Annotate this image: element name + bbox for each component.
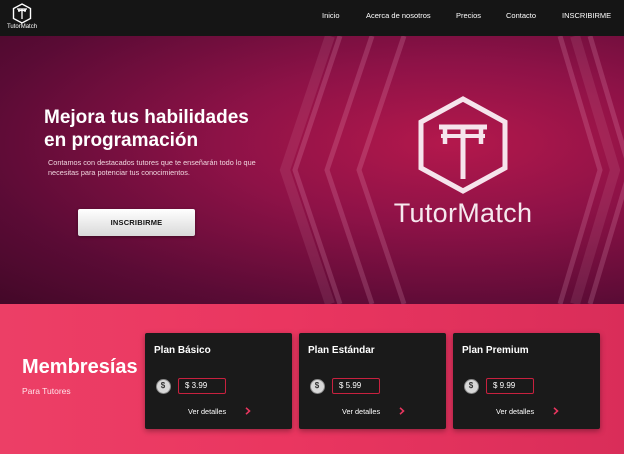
nav-inscribirme[interactable]: INSCRIBIRME [562, 11, 611, 20]
hero-inscribirme-button[interactable]: INSCRIBIRME [78, 209, 195, 236]
plan-name: Plan Estándar [308, 345, 375, 356]
memberships-section: Membresías Para Tutores Plan Básico $ $ … [0, 304, 624, 454]
memberships-subtitle: Para Tutores [22, 386, 71, 396]
navbar: TutorMatch Inicio Acerca de nosotros Pre… [0, 0, 624, 36]
plan-price: $ 9.99 [486, 378, 534, 394]
hero-title: Mejora tus habilidades en programación [44, 106, 304, 152]
hero-logo: TutorMatch [380, 94, 546, 244]
plan-card-premium: Plan Premium $ $ 9.99 Ver detalles [453, 333, 600, 429]
ver-detalles-link[interactable]: Ver detalles [496, 407, 534, 416]
hero-logo-text: TutorMatch [393, 198, 533, 228]
chevron-right-icon[interactable] [398, 407, 406, 415]
hero-section: Mejora tus habilidades en programación C… [0, 36, 624, 304]
plan-price: $ 5.99 [332, 378, 380, 394]
plan-price: $ 3.99 [178, 378, 226, 394]
chevron-right-icon[interactable] [552, 407, 560, 415]
hero-title-line-2: en programación [44, 130, 199, 151]
chevron-right-icon[interactable] [244, 407, 252, 415]
hero-title-line-1: Mejora tus habilidades [44, 107, 249, 128]
dollar-coin-icon: $ [310, 379, 325, 394]
plan-card-estandar: Plan Estándar $ $ 5.99 Ver detalles [299, 333, 446, 429]
nav-inicio[interactable]: Inicio [322, 11, 340, 20]
plan-name: Plan Premium [462, 345, 529, 356]
ver-detalles-link[interactable]: Ver detalles [188, 407, 226, 416]
dollar-coin-icon: $ [156, 379, 171, 394]
plan-name: Plan Básico [154, 345, 211, 356]
tutormatch-logo-icon [12, 3, 32, 24]
ver-detalles-link[interactable]: Ver detalles [342, 407, 380, 416]
plan-card-basico: Plan Básico $ $ 3.99 Ver detalles [145, 333, 292, 429]
nav-acerca-de-nosotros[interactable]: Acerca de nosotros [366, 11, 431, 20]
brand-logo[interactable]: TutorMatch [6, 3, 38, 34]
dollar-coin-icon: $ [464, 379, 479, 394]
memberships-title: Membresías [22, 356, 138, 378]
tutormatch-logo-large-icon [418, 96, 508, 194]
hero-description: Contamos con destacados tutores que te e… [48, 158, 256, 177]
nav-precios[interactable]: Precios [456, 11, 481, 20]
brand-name: TutorMatch [6, 24, 38, 30]
nav-contacto[interactable]: Contacto [506, 11, 536, 20]
